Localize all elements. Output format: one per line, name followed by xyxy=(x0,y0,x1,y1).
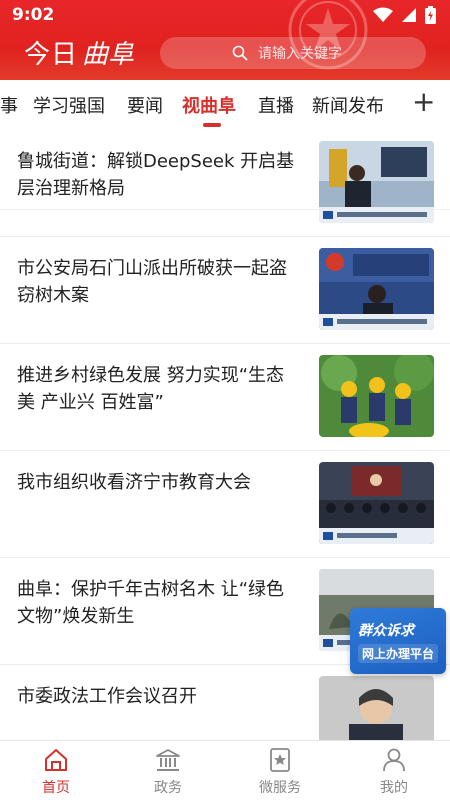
news-item[interactable]: 我市组织收看济宁市教育大会 xyxy=(0,451,450,558)
app-header: 9:02 今日 曲阜 请输入关键字 xyxy=(0,0,450,80)
app-logo[interactable]: 今日 曲阜 xyxy=(24,34,134,70)
logo-script: 曲阜 xyxy=(82,39,135,70)
appeal-platform-banner[interactable]: 群众诉求 网上办理平台 xyxy=(350,608,446,674)
news-item[interactable]: 市委政法工作会议召开 xyxy=(0,665,450,740)
banner-line2: 网上办理平台 xyxy=(358,644,439,663)
thumbnail-image-icon xyxy=(319,355,434,437)
news-thumbnail xyxy=(319,355,434,437)
news-title: 市公安局石门山派出所破获一起盗窃树木案 xyxy=(17,258,287,306)
tab-xinwen-fabu[interactable]: 新闻发布 xyxy=(312,92,384,118)
wifi-icon xyxy=(373,7,393,22)
news-thumbnail xyxy=(319,676,434,740)
nav-home[interactable]: 首页 xyxy=(16,745,96,799)
news-title: 鲁城街道：解锁DeepSeek 开启基层治理新格局 xyxy=(17,151,295,199)
news-title: 我市组织收看济宁市教育大会 xyxy=(17,472,251,493)
active-tab-indicator xyxy=(203,123,221,127)
status-time: 9:02 xyxy=(12,5,55,25)
nav-government[interactable]: 政务 xyxy=(128,745,208,799)
tab-zhibo[interactable]: 直播 xyxy=(258,92,294,118)
nav-mine[interactable]: 我的 xyxy=(354,745,434,799)
search-input[interactable]: 请输入关键字 xyxy=(160,37,426,69)
channel-tabs: 事 学习强国 要闻 视曲阜 直播 新闻发布 + xyxy=(0,80,450,210)
news-thumbnail xyxy=(319,462,434,544)
search-icon xyxy=(232,45,248,61)
plus-icon[interactable]: + xyxy=(412,88,435,116)
government-building-icon xyxy=(156,749,180,771)
app-screen: 9:02 今日 曲阜 请输入关键字 事 学习强国 要闻 视曲阜 直播 新闻发布 … xyxy=(0,0,450,800)
cellular-signal-icon xyxy=(402,8,416,22)
bottom-nav: 首页 政务 微服务 我的 xyxy=(0,740,450,800)
nav-micro-service[interactable]: 微服务 xyxy=(240,745,320,799)
status-icons xyxy=(373,6,436,24)
nav-label: 首页 xyxy=(42,780,70,796)
home-icon xyxy=(45,749,67,771)
tab-shi-qufu[interactable]: 视曲阜 xyxy=(182,92,236,118)
logo-text: 今日 xyxy=(24,39,79,70)
star-bookmark-icon xyxy=(270,748,290,772)
news-item[interactable]: 市公安局石门山派出所破获一起盗窃树木案 xyxy=(0,237,450,344)
nav-label: 我的 xyxy=(380,780,408,796)
thumbnail-image-icon xyxy=(319,248,434,330)
thumbnail-image-icon xyxy=(319,141,434,223)
search-placeholder: 请输入关键字 xyxy=(258,46,342,62)
news-title: 市委政法工作会议召开 xyxy=(17,686,197,707)
nav-label: 微服务 xyxy=(259,780,301,796)
battery-charging-icon xyxy=(425,6,436,24)
tab-shi[interactable]: 事 xyxy=(0,92,18,118)
news-thumbnail xyxy=(319,141,434,223)
news-item[interactable]: 鲁城街道：解锁DeepSeek 开启基层治理新格局 xyxy=(0,130,450,237)
thumbnail-image-icon xyxy=(319,676,434,740)
banner-line1: 群众诉求 xyxy=(358,623,414,639)
tab-xuexi-qiangguo[interactable]: 学习强国 xyxy=(33,92,105,118)
tab-yaowen[interactable]: 要闻 xyxy=(127,92,163,118)
nav-label: 政务 xyxy=(154,780,182,796)
status-bar: 9:02 xyxy=(0,0,450,30)
thumbnail-image-icon xyxy=(319,462,434,544)
news-item[interactable]: 推进乡村绿色发展 努力实现“生态美 产业兴 百姓富” xyxy=(0,344,450,451)
news-title: 曲阜：保护千年古树名木 让“绿色文物”焕发新生 xyxy=(17,579,285,627)
person-icon xyxy=(383,748,405,772)
news-title: 推进乡村绿色发展 努力实现“生态美 产业兴 百姓富” xyxy=(17,365,285,413)
news-thumbnail xyxy=(319,248,434,330)
